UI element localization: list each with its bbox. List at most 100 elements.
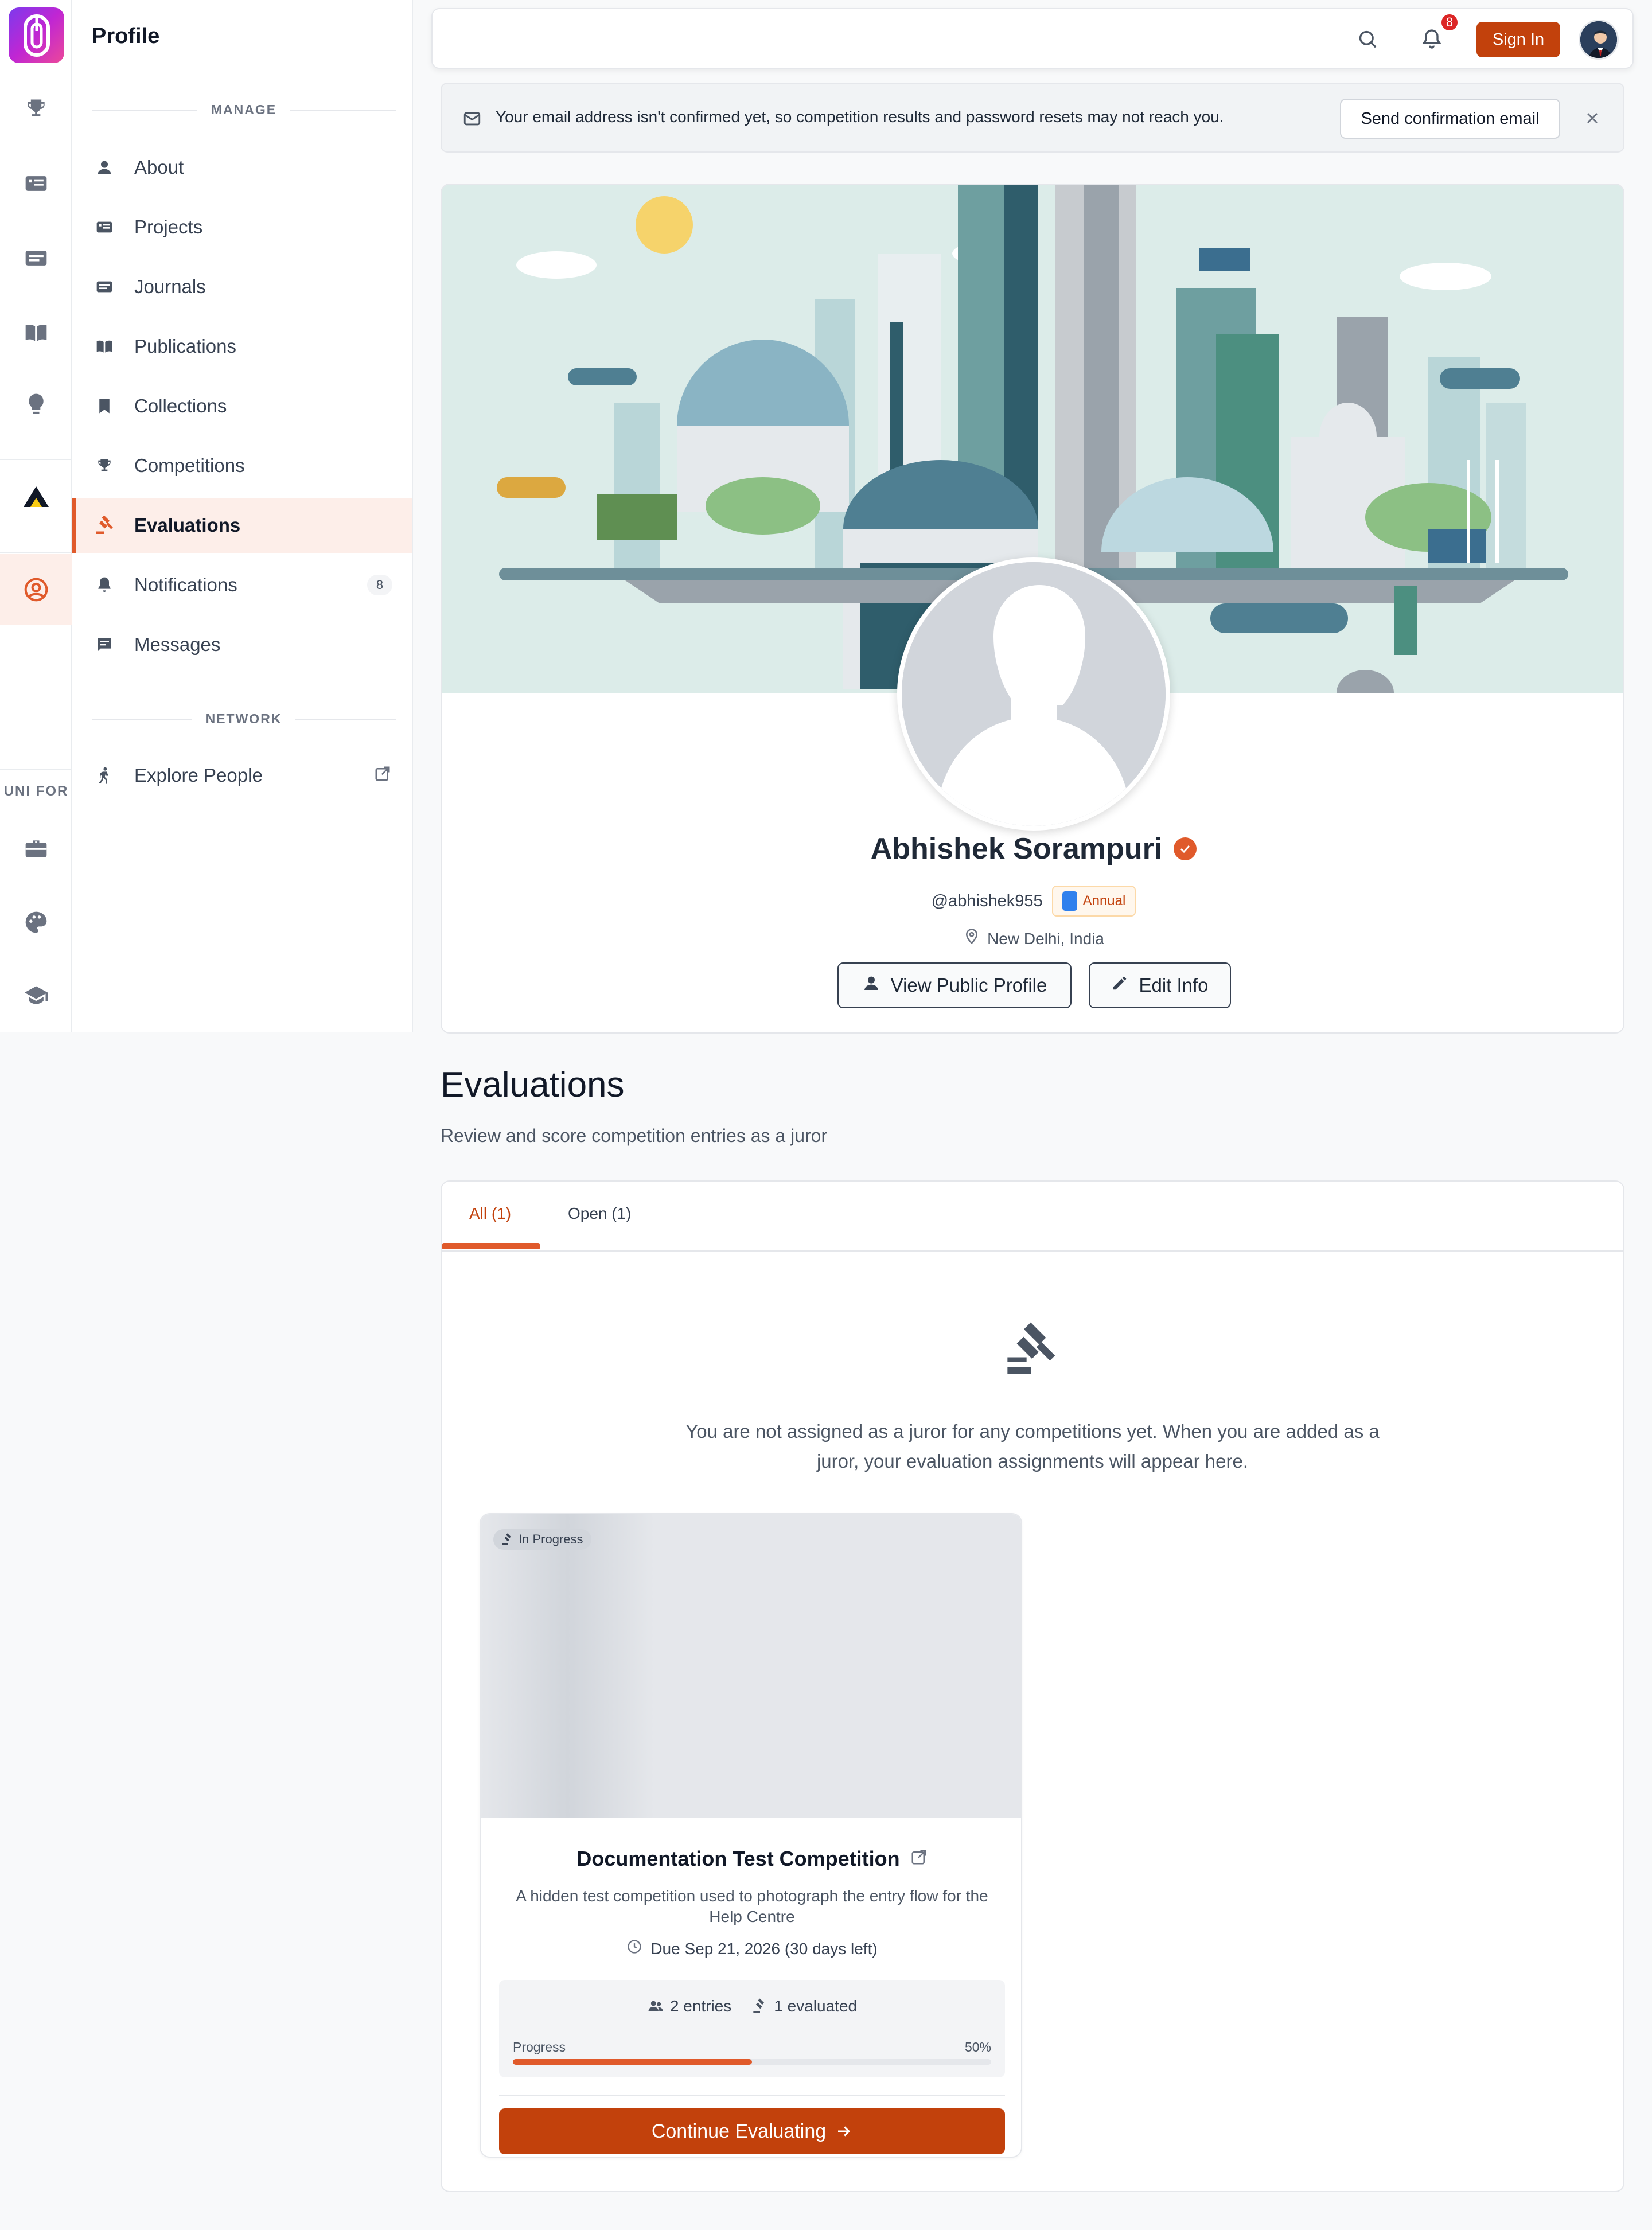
profile-card: Abhishek Sorampuri @abhishek955 Annual N…: [441, 184, 1624, 1034]
nav-item-publications[interactable]: Publications: [72, 319, 412, 374]
projects-icon: [92, 215, 117, 240]
profile-name-row: Abhishek Sorampuri: [442, 832, 1623, 866]
progress-label: Progress: [513, 2040, 566, 2054]
nav-item-label: Evaluations: [134, 514, 241, 536]
view-public-profile-label: View Public Profile: [890, 974, 1047, 996]
bookmark-icon: [92, 393, 117, 419]
trophy-icon: [92, 453, 117, 478]
nav-item-label: Messages: [134, 634, 221, 655]
nav-item-evaluations[interactable]: Evaluations: [72, 498, 412, 553]
tab-open[interactable]: Open (1): [568, 1204, 632, 1223]
external-link-icon: [374, 765, 391, 787]
nav-item-label: Competitions: [134, 455, 245, 476]
entries-count: 2 entries: [669, 1997, 732, 2015]
active-tab-indicator: [442, 1243, 540, 1249]
top-bar: 8 Sign In: [431, 8, 1634, 69]
nav-item-notifications[interactable]: Notifications 8: [72, 558, 412, 613]
alert-message: Your email address isn't confirmed yet, …: [496, 108, 1224, 126]
entries-stat: 2 entries: [647, 1997, 731, 2015]
nav-item-collections[interactable]: Collections: [72, 379, 412, 434]
send-confirmation-email-button[interactable]: Send confirmation email: [1340, 99, 1560, 139]
user-icon: [92, 155, 117, 180]
view-public-profile-button[interactable]: View Public Profile: [837, 962, 1072, 1008]
trophy-icon[interactable]: [0, 75, 72, 143]
nav-item-journals[interactable]: Journals: [72, 259, 412, 314]
profile-location: New Delhi, India: [987, 929, 1104, 948]
nav-item-label: Publications: [134, 336, 236, 357]
users-icon: [648, 2001, 663, 2011]
competition-title[interactable]: Documentation Test Competition: [576, 1847, 899, 1871]
nav-item-label: Projects: [134, 216, 203, 237]
sign-in-button[interactable]: Sign In: [1476, 22, 1560, 57]
continue-evaluating-label: Continue Evaluating: [651, 2120, 827, 2142]
journals-icon[interactable]: [0, 224, 72, 293]
edit-info-button[interactable]: Edit Info: [1089, 962, 1231, 1008]
gavel-icon: [753, 1998, 765, 2013]
nav-item-about[interactable]: About: [72, 140, 412, 195]
plan-badge: Annual: [1051, 886, 1136, 917]
empty-state-message: You are not assigned as a juror for any …: [685, 1421, 1380, 1472]
bell-icon[interactable]: [1420, 28, 1443, 53]
projects-icon[interactable]: [0, 149, 72, 218]
book-icon[interactable]: [0, 298, 72, 367]
competition-title-row: Documentation Test Competition: [481, 1847, 1021, 1871]
message-icon: [92, 632, 117, 657]
status-badge: In Progress: [493, 1529, 591, 1550]
briefcase-icon[interactable]: [0, 814, 72, 883]
graduation-cap-icon[interactable]: [0, 961, 72, 1030]
external-link-icon[interactable]: [910, 1847, 928, 1871]
tab-all[interactable]: All (1): [469, 1204, 511, 1223]
profile-avatar[interactable]: [897, 558, 1170, 831]
handle-row: @abhishek955 Annual: [442, 886, 1623, 917]
rail-section-label: UNI FOR: [3, 783, 69, 799]
gavel-icon: [1003, 1321, 1060, 1382]
gavel-icon: [92, 513, 117, 538]
partner-logo-icon[interactable]: [0, 462, 72, 531]
evaluations-panel: All (1) Open (1) You are not assigned as…: [441, 1180, 1624, 2192]
plan-label: Annual: [1082, 893, 1126, 909]
search-icon[interactable]: [1356, 28, 1379, 53]
profile-handle: @abhishek955: [931, 891, 1043, 910]
close-icon[interactable]: [1583, 109, 1602, 130]
nav-item-projects[interactable]: Projects: [72, 200, 412, 255]
card-divider: [499, 2095, 1005, 2096]
progress-value: 50%: [964, 2040, 991, 2054]
nav-section-manage: MANAGE: [92, 102, 396, 118]
nav-item-competitions[interactable]: Competitions: [72, 438, 412, 493]
nav-title: Profile: [92, 24, 160, 48]
tab-bar: All (1) Open (1): [442, 1182, 1623, 1252]
envelope-icon: [462, 109, 482, 131]
nav-item-label: Collections: [134, 395, 227, 416]
competition-description: A hidden test competition used to photog…: [516, 1887, 988, 1925]
location-row: New Delhi, India: [442, 928, 1623, 949]
lightbulb-icon[interactable]: [0, 370, 72, 439]
progress-bar: [513, 2059, 991, 2065]
nav-item-explore-people[interactable]: Explore People: [72, 748, 412, 803]
person-walking-icon: [92, 763, 117, 788]
verified-check-icon: [1174, 837, 1197, 860]
plan-logo-icon: [1062, 891, 1077, 911]
nav-item-messages[interactable]: Messages: [72, 617, 412, 672]
book-icon: [92, 334, 117, 359]
palette-icon[interactable]: [0, 888, 72, 957]
app-logo[interactable]: [9, 7, 64, 63]
due-date-row: Due Sep 21, 2026 (30 days left): [481, 1939, 1021, 1959]
bell-icon: [92, 572, 117, 598]
pencil-icon: [1111, 974, 1128, 996]
progress-bar-fill: [513, 2059, 752, 2065]
clock-icon: [626, 1939, 642, 1959]
user-icon: [862, 974, 880, 997]
email-confirmation-alert: Your email address isn't confirmed yet, …: [441, 83, 1624, 153]
evaluation-stats: 2 entries 1 evaluated Progress 50%: [499, 1980, 1005, 2077]
status-label: In Progress: [519, 1532, 583, 1546]
arrow-right-icon: [838, 2126, 851, 2137]
nav-item-label: Journals: [134, 276, 206, 297]
profile-icon[interactable]: [0, 554, 72, 625]
page-title: Evaluations: [441, 1065, 625, 1105]
competition-cover-image: In Progress: [481, 1514, 1021, 1818]
nav-item-label: About: [134, 157, 184, 178]
journal-icon: [92, 274, 117, 299]
competition-card[interactable]: In Progress Documentation Test Competiti…: [480, 1513, 1022, 2158]
avatar[interactable]: [1579, 20, 1619, 60]
continue-evaluating-button[interactable]: Continue Evaluating: [499, 2108, 1005, 2154]
